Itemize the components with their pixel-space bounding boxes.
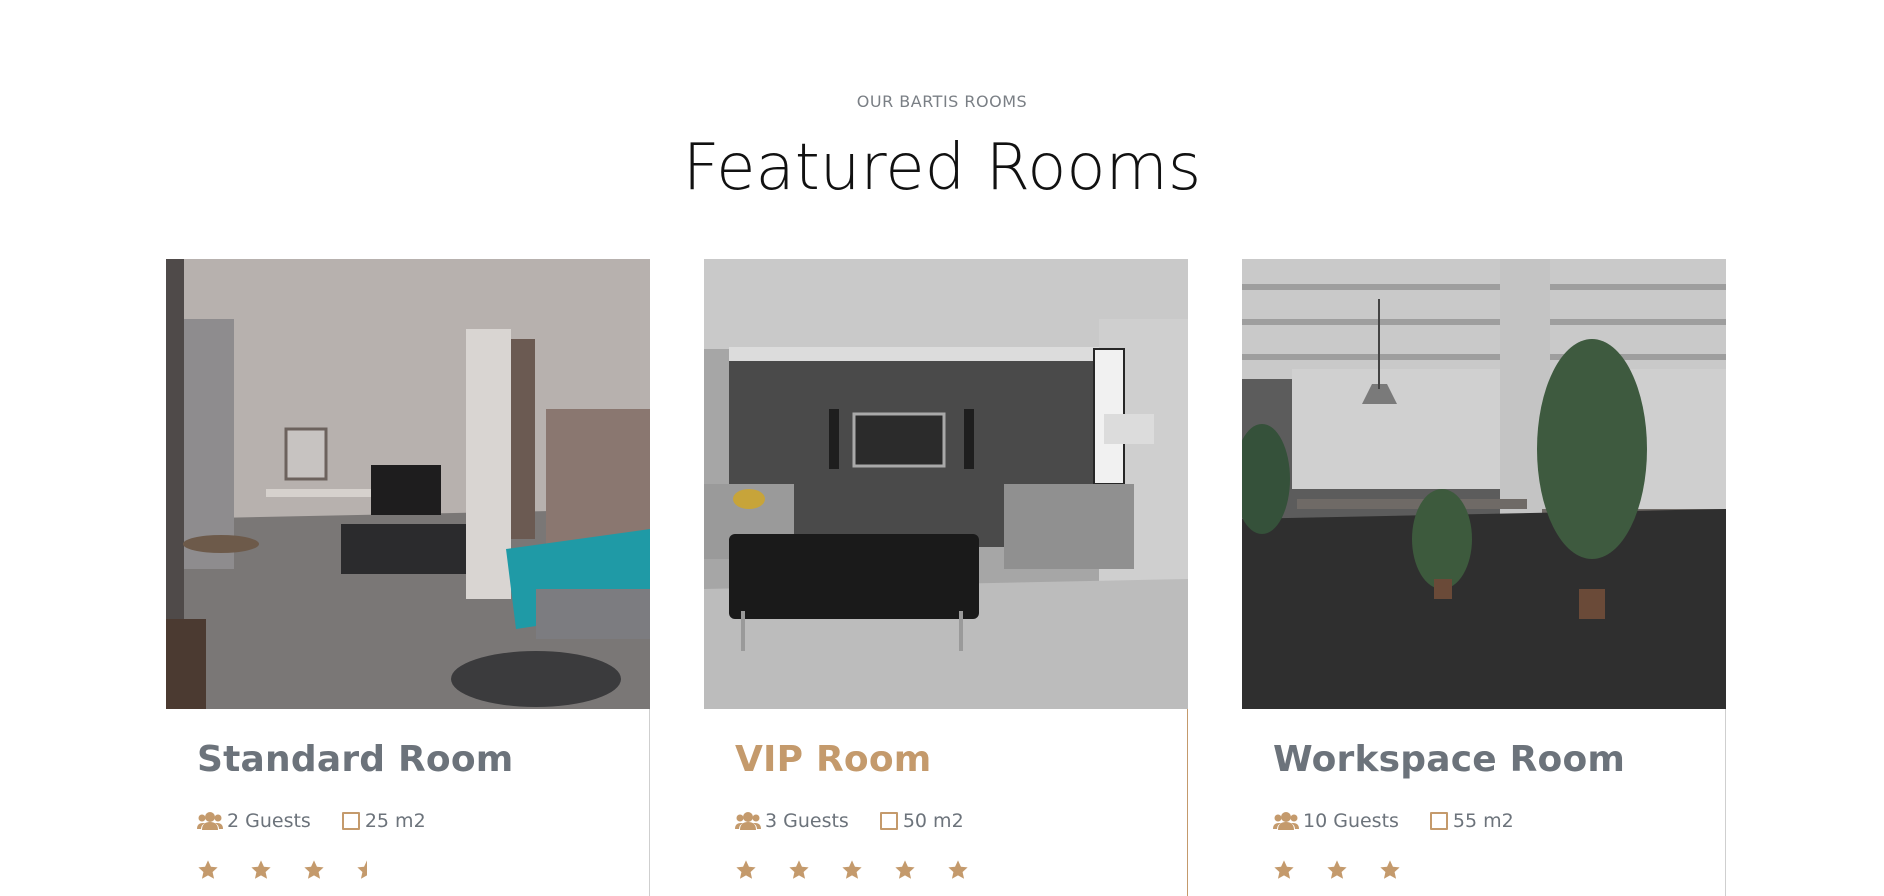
section-title: Featured Rooms xyxy=(682,131,1202,205)
rating-stars xyxy=(735,859,969,883)
star-icon xyxy=(1274,860,1294,879)
room-size: 55 m2 xyxy=(1452,810,1514,832)
room-size: 50 m2 xyxy=(902,810,964,832)
room-name[interactable]: VIP Room xyxy=(735,739,931,780)
star-icon xyxy=(895,860,915,879)
users-icon xyxy=(735,812,761,830)
star-half-icon xyxy=(357,860,367,879)
star-icon xyxy=(842,860,862,879)
star-icon xyxy=(304,860,324,879)
star-icon xyxy=(251,860,271,879)
guests-count: 10 Guests xyxy=(1303,810,1399,832)
room-name[interactable]: Workspace Room xyxy=(1273,739,1625,780)
room-card-vip[interactable]: VIP Room 3 Guests 50 m2 xyxy=(704,259,1188,896)
square-icon xyxy=(341,812,360,830)
room-meta: 3 Guests 50 m2 xyxy=(735,809,964,833)
star-icon xyxy=(948,860,968,879)
square-icon xyxy=(879,812,898,830)
room-photo-workspace[interactable] xyxy=(1242,259,1726,709)
room-photo-standard[interactable] xyxy=(166,259,650,709)
room-size: 25 m2 xyxy=(364,810,426,832)
star-icon xyxy=(1380,860,1400,879)
rating-stars xyxy=(197,859,378,883)
room-card-workspace[interactable]: Workspace Room 10 Guests 55 m2 xyxy=(1242,259,1726,896)
card-divider xyxy=(1187,709,1188,896)
square-icon xyxy=(1429,812,1448,830)
star-icon xyxy=(789,860,809,879)
guests-count: 3 Guests xyxy=(765,810,849,832)
room-name[interactable]: Standard Room xyxy=(197,739,513,780)
guests-count: 2 Guests xyxy=(227,810,311,832)
rating-stars xyxy=(1273,859,1401,883)
users-icon xyxy=(1273,812,1299,830)
room-photo-vip[interactable] xyxy=(704,259,1188,709)
room-meta: 10 Guests 55 m2 xyxy=(1273,809,1514,833)
card-divider xyxy=(649,709,650,896)
card-divider xyxy=(1725,709,1726,896)
star-icon xyxy=(736,860,756,879)
star-icon xyxy=(198,860,218,879)
room-card-standard[interactable]: Standard Room 2 Guests 25 m2 xyxy=(166,259,650,896)
star-icon xyxy=(1327,860,1347,879)
users-icon xyxy=(197,812,223,830)
room-meta: 2 Guests 25 m2 xyxy=(197,809,426,833)
section-eyebrow: OUR BARTIS ROOMS xyxy=(856,92,1028,111)
